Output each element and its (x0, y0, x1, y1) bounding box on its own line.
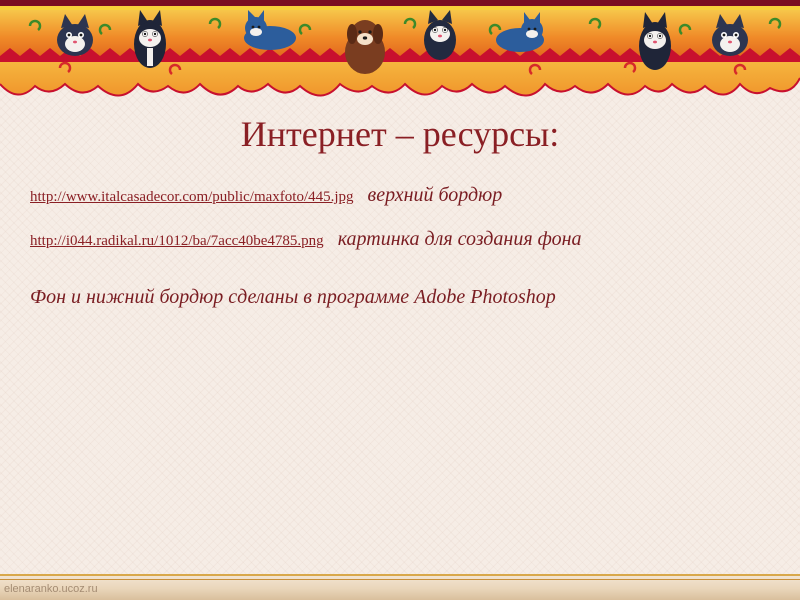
photoshop-note: Фон и нижний бордюр сделаны в программе … (30, 286, 556, 308)
bottom-border-line (0, 579, 800, 580)
page-title: Интернет – ресурсы: (0, 112, 800, 156)
page-title-text: Интернет – ресурсы: (240, 114, 560, 154)
top-border (0, 0, 800, 110)
top-border-graphic (0, 0, 800, 97)
watermark: elenaranko.ucoz.ru (4, 583, 98, 595)
resource-item: http://i044.radikal.ru/1012/ba/7acc40be4… (30, 228, 582, 251)
resource-item: http://www.italcasadecor.com/public/maxf… (30, 184, 502, 207)
resource-link-background[interactable]: http://i044.radikal.ru/1012/ba/7acc40be4… (30, 233, 324, 249)
resource-link-border[interactable]: http://www.italcasadecor.com/public/maxf… (30, 189, 354, 205)
resource-caption: картинка для создания фона (337, 228, 582, 250)
slide: Интернет – ресурсы: http://www.italcasad… (0, 0, 800, 600)
bottom-border-line (0, 574, 800, 576)
resource-caption: верхний бордюр (367, 184, 503, 206)
bottom-border: elenaranko.ucoz.ru (0, 574, 800, 600)
